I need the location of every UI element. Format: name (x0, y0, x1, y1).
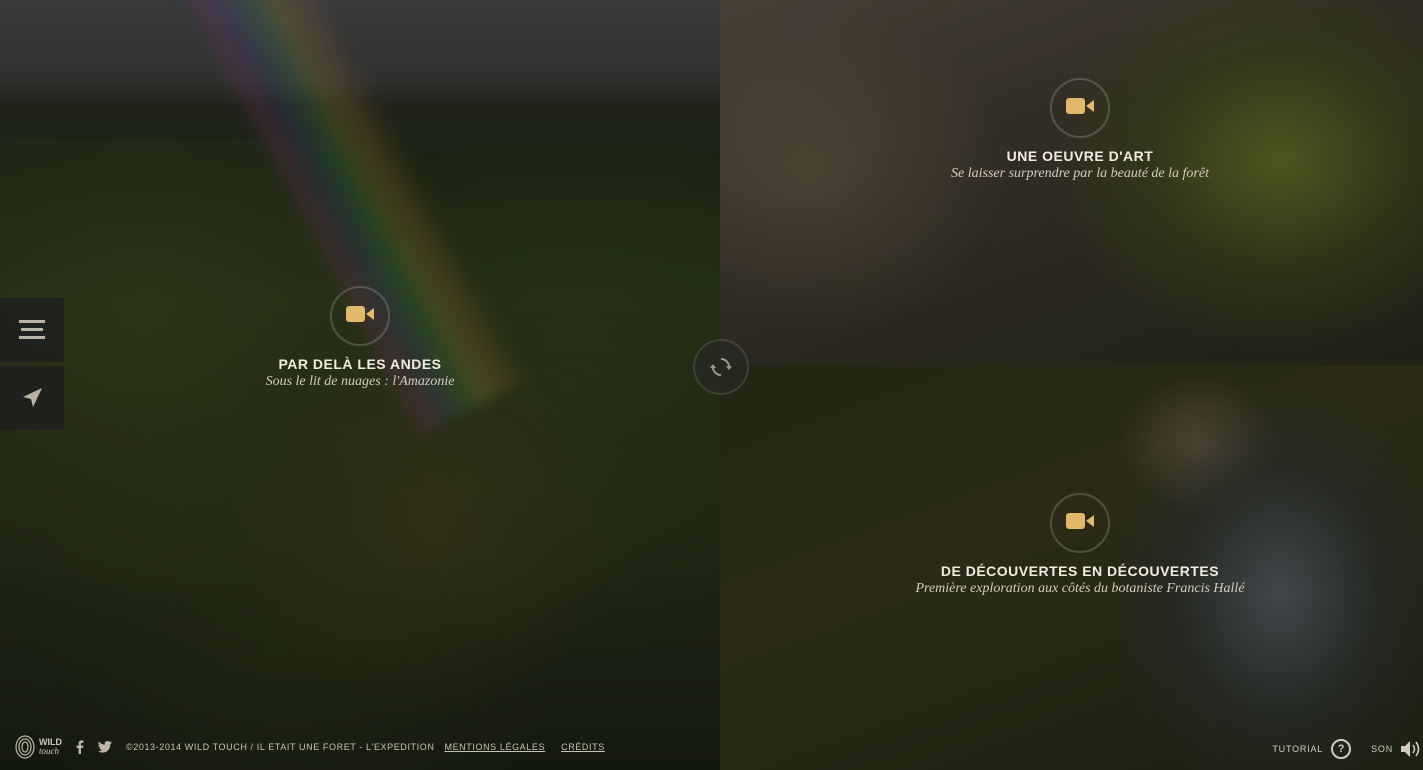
navigation-arrow-icon (23, 388, 42, 407)
speaker-icon[interactable] (1401, 740, 1423, 758)
facebook-icon (76, 740, 84, 754)
panel-overlay (720, 0, 1423, 365)
panel-oeuvre-art[interactable] (720, 0, 1423, 365)
hotspot-subtitle: Première exploration aux côtés du botani… (915, 581, 1245, 596)
fingerprint-logo-icon (15, 735, 35, 759)
help-icon[interactable]: ? (1331, 739, 1352, 759)
hotspot-title: PAR DELÀ LES ANDES (278, 356, 442, 372)
legal-notice-link[interactable]: MENTIONS LÉGALES (444, 742, 545, 752)
tutorial-label[interactable]: TUTORIAL (1272, 744, 1323, 754)
copyright-text: ©2013-2014 WILD TOUCH / IL ETAIT UNE FOR… (126, 742, 435, 752)
facebook-link[interactable] (76, 740, 84, 754)
twitter-link[interactable] (98, 741, 112, 753)
hamburger-menu-icon (19, 320, 45, 339)
footer-right: TUTORIAL ? SON (1272, 734, 1423, 764)
hotspot-title: UNE OEUVRE D'ART (1006, 148, 1154, 164)
menu-button[interactable] (0, 298, 64, 362)
video-camera-ring[interactable] (1050, 78, 1110, 138)
video-camera-ring[interactable] (330, 286, 390, 346)
video-camera-icon (1066, 513, 1094, 529)
refresh-icon (710, 358, 732, 376)
video-hotspot-oeuvre-art[interactable]: UNE OEUVRE D'ART Se laisser surprendre p… (880, 78, 1280, 182)
logo-text-touch: touch (39, 746, 59, 756)
hotspot-title: DE DÉCOUVERTES EN DÉCOUVERTES (940, 563, 1220, 579)
video-hotspot-decouvertes[interactable]: DE DÉCOUVERTES EN DÉCOUVERTES Première e… (860, 493, 1300, 597)
hotspot-subtitle: Se laisser surprendre par la beauté de l… (951, 166, 1209, 181)
video-camera-icon (1066, 98, 1094, 114)
wild-touch-logo[interactable]: WILD touch (14, 734, 62, 760)
navigate-button[interactable] (0, 366, 64, 430)
twitter-icon (98, 741, 112, 753)
help-symbol: ? (1337, 743, 1345, 755)
refresh-button[interactable] (693, 339, 749, 395)
footer-left: WILD touch ©2013-2014 WILD TOUCH / IL ET… (14, 732, 621, 762)
video-camera-ring[interactable] (1050, 493, 1110, 553)
sound-label[interactable]: SON (1371, 744, 1393, 754)
hotspot-subtitle: Sous le lit de nuages : l'Amazonie (265, 374, 455, 389)
credits-link[interactable]: CRÉDITS (561, 742, 605, 752)
video-hotspot-andes[interactable]: PAR DELÀ LES ANDES Sous le lit de nuages… (160, 286, 560, 390)
video-camera-icon (346, 306, 374, 322)
